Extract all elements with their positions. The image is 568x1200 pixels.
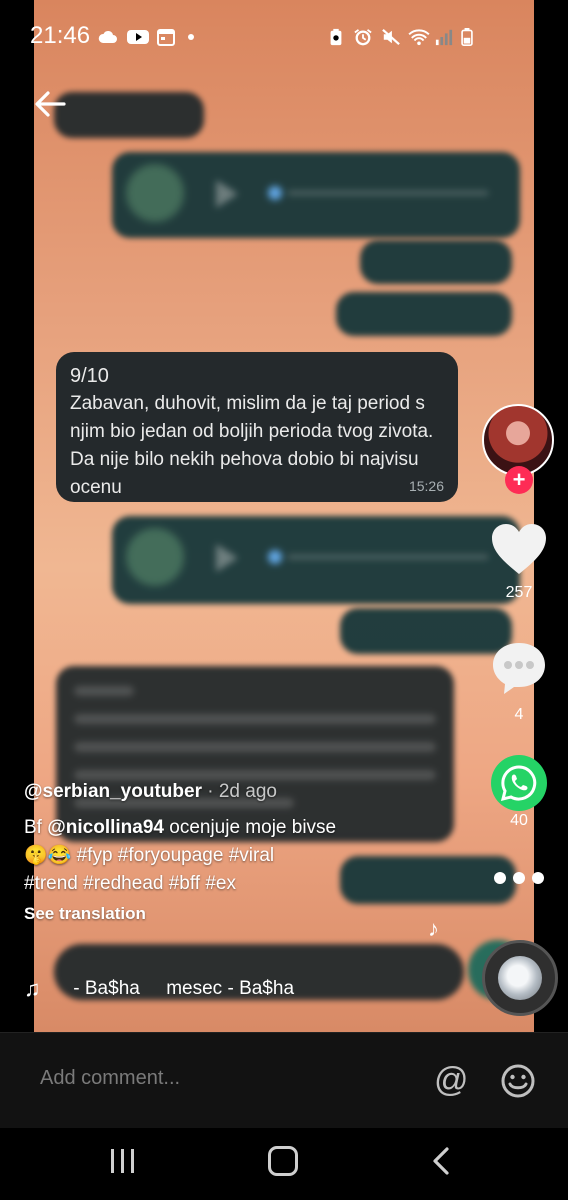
author-line: @serbian_youtuber · 2d ago <box>24 778 464 806</box>
comment-icon[interactable] <box>490 640 548 696</box>
recents-icon[interactable] <box>108 1148 138 1174</box>
clock: 21:46 <box>30 22 91 49</box>
video-description: Bf @nicollina94 ocenjuje moje bivse 🤫😂 #… <box>24 814 464 898</box>
at-icon[interactable]: @ <box>434 1061 469 1100</box>
description-text: Bf <box>24 817 48 838</box>
battery-saver-icon <box>330 28 342 46</box>
youtube-icon <box>127 30 149 44</box>
alarm-icon <box>354 29 372 46</box>
blurred-voice-message <box>112 516 520 604</box>
description-emojis: 🤫😂 <box>24 845 72 866</box>
back-icon[interactable] <box>430 1146 452 1176</box>
hashtags[interactable]: #trend #redhead #bff #ex <box>24 873 236 894</box>
hashtags[interactable]: #fyp #foryoupage #viral <box>71 845 275 866</box>
back-arrow-icon[interactable] <box>32 86 68 122</box>
cloud-icon <box>98 30 117 43</box>
calendar-icon <box>157 29 175 46</box>
music-disc-cover <box>498 956 542 1000</box>
blurred-voice-message <box>112 152 520 238</box>
music-title: - Ba$ha mesec - Ba$ha <box>68 978 295 999</box>
separator: · <box>201 781 219 802</box>
music-line[interactable]: ♫ - Ba$ha mesec - Ba$ha <box>24 976 324 1002</box>
description-text: ocenjuje moje bivse <box>163 817 337 838</box>
music-note-icon: ♫ <box>24 976 41 1001</box>
blurred-message <box>54 92 204 138</box>
like-count: 257 <box>505 584 533 601</box>
music-disc[interactable] <box>482 940 558 1016</box>
mention-link[interactable]: @nicollina94 <box>47 817 164 838</box>
mute-icon <box>382 28 400 46</box>
comment-count: 4 <box>514 706 524 723</box>
blurred-message <box>336 292 512 336</box>
caption-block: @serbian_youtuber · 2d ago Bf @nicollina… <box>24 778 464 924</box>
see-translation-link[interactable]: See translation <box>24 904 464 924</box>
system-nav-bar <box>0 1128 568 1200</box>
message-time: 15:26 <box>408 478 444 494</box>
status-bar: 21:46 <box>0 0 568 76</box>
battery-icon <box>461 28 473 46</box>
posted-time: 2d ago <box>218 781 277 802</box>
follow-button[interactable]: + <box>505 466 533 494</box>
whatsapp-icon[interactable] <box>490 754 548 812</box>
comment-bar: Add comment... @ <box>0 1032 568 1128</box>
home-button[interactable] <box>268 1146 298 1176</box>
message-rating: 9/10 <box>70 365 109 387</box>
emoji-icon[interactable] <box>500 1063 536 1099</box>
more-icon[interactable] <box>492 868 546 888</box>
heart-icon[interactable] <box>490 522 548 576</box>
message-text: Zabavan, duhovit, mislim da je taj perio… <box>70 393 434 498</box>
wifi-icon <box>408 29 430 46</box>
blurred-message <box>360 240 512 284</box>
add-comment-input[interactable]: Add comment... <box>40 1067 180 1090</box>
blurred-message <box>340 608 512 654</box>
dot-icon <box>188 34 194 40</box>
author-username[interactable]: @serbian_youtuber <box>24 781 202 802</box>
share-count: 40 <box>510 812 528 829</box>
chat-message-bubble: 9/10 Zabavan, duhovit, mislim da je taj … <box>56 352 458 502</box>
signal-icon <box>435 29 453 46</box>
